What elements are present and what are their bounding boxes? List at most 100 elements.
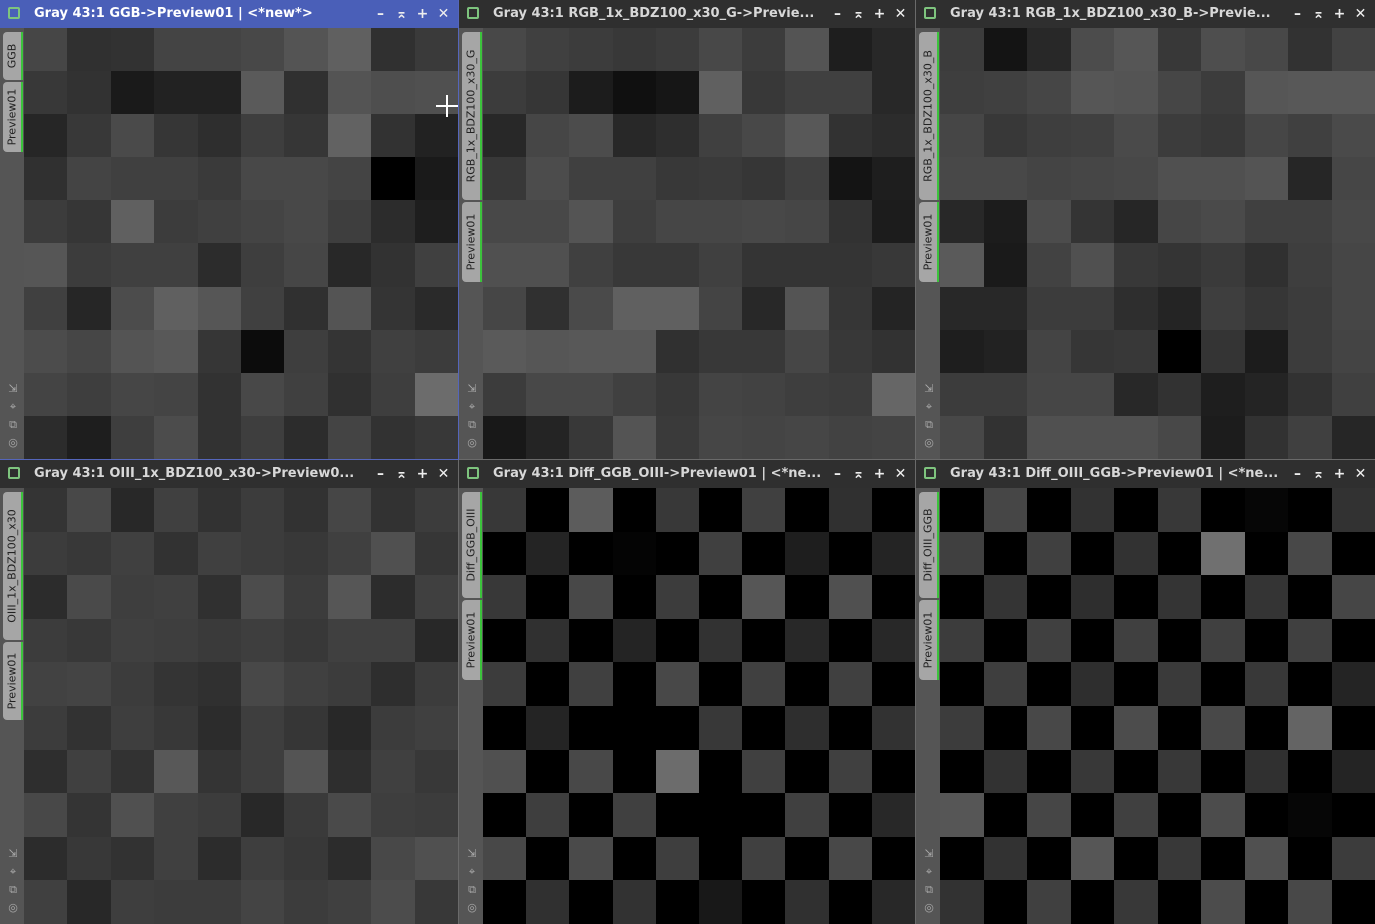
pixel-block: [1157, 286, 1201, 330]
mask-icon[interactable]: ◎: [466, 902, 478, 914]
pixel-block: [1114, 575, 1158, 619]
image-window-icon: [8, 7, 20, 19]
fit-window-icon[interactable]: ⇲: [923, 383, 935, 395]
view-tab-main[interactable]: OIII_1x_BDZ100_x30: [3, 492, 23, 640]
minimize-button[interactable]: –: [827, 460, 848, 488]
pixel-block: [1027, 200, 1071, 244]
shade-button[interactable]: ⌅: [848, 460, 869, 488]
pixel-block: [655, 836, 699, 881]
mask-icon[interactable]: ◎: [7, 437, 19, 449]
fit-window-icon[interactable]: ⇲: [7, 848, 19, 860]
view-tab-main[interactable]: RGB_1x_BDZ100_x30_B: [919, 32, 939, 200]
minimize-button[interactable]: –: [1287, 460, 1308, 488]
clone-icon[interactable]: ⧉: [466, 884, 478, 896]
image-preview[interactable]: [483, 28, 915, 459]
shade-button[interactable]: ⌅: [848, 0, 869, 28]
zoom-icon[interactable]: ⌖: [466, 401, 478, 413]
zoom-icon[interactable]: ⌖: [7, 401, 19, 413]
maximize-button[interactable]: +: [412, 460, 433, 488]
pixel-block: [699, 114, 743, 158]
pixel-block: [1157, 488, 1201, 532]
clone-icon[interactable]: ⧉: [7, 419, 19, 431]
window-titlebar[interactable]: Gray 43:1 GGB->Preview01 | <*new*> – ⌅ + ✕: [0, 0, 458, 28]
close-button[interactable]: ✕: [433, 0, 454, 28]
pixel-block: [241, 415, 285, 459]
image-preview[interactable]: [940, 28, 1375, 459]
mask-icon[interactable]: ◎: [7, 902, 19, 914]
fit-window-icon[interactable]: ⇲: [7, 383, 19, 395]
image-preview[interactable]: [940, 488, 1375, 924]
mask-icon[interactable]: ◎: [923, 437, 935, 449]
pixel-block: [742, 793, 786, 837]
maximize-button[interactable]: +: [1329, 460, 1350, 488]
shade-button[interactable]: ⌅: [391, 0, 412, 28]
clone-icon[interactable]: ⧉: [7, 884, 19, 896]
view-tab-preview[interactable]: Preview01: [919, 202, 939, 282]
view-tab-preview[interactable]: Preview01: [3, 642, 23, 720]
close-button[interactable]: ✕: [890, 0, 911, 28]
window-titlebar[interactable]: Gray 43:1 RGB_1x_BDZ100_x30_B->Previe...…: [916, 0, 1375, 28]
image-window-g[interactable]: Gray 43:1 RGB_1x_BDZ100_x30_G->Previe...…: [459, 0, 915, 459]
image-preview[interactable]: [483, 488, 915, 924]
pixel-block: [569, 880, 613, 924]
zoom-icon[interactable]: ⌖: [923, 866, 935, 878]
close-button[interactable]: ✕: [433, 460, 454, 488]
pixel-block: [1070, 793, 1114, 837]
close-button[interactable]: ✕: [890, 460, 911, 488]
clone-icon[interactable]: ⧉: [466, 419, 478, 431]
view-tab-preview[interactable]: Preview01: [919, 600, 939, 680]
clone-icon[interactable]: ⧉: [923, 419, 935, 431]
window-titlebar[interactable]: Gray 43:1 OIII_1x_BDZ100_x30->Preview0..…: [0, 460, 458, 488]
window-titlebar[interactable]: Gray 43:1 Diff_GGB_OIII->Preview01 | <*n…: [459, 460, 915, 488]
view-tab-preview[interactable]: Preview01: [462, 600, 482, 680]
maximize-button[interactable]: +: [412, 0, 433, 28]
maximize-button[interactable]: +: [869, 0, 890, 28]
pixel-block: [414, 157, 458, 201]
pixel-block: [1027, 749, 1071, 794]
image-window-oiii[interactable]: Gray 43:1 OIII_1x_BDZ100_x30->Preview0..…: [0, 460, 458, 924]
close-button[interactable]: ✕: [1350, 460, 1371, 488]
zoom-icon[interactable]: ⌖: [466, 866, 478, 878]
pixel-block: [1331, 157, 1375, 201]
shade-button[interactable]: ⌅: [1308, 0, 1329, 28]
pixel-block: [327, 200, 372, 244]
zoom-icon[interactable]: ⌖: [7, 866, 19, 878]
view-tab-label: GGB: [5, 43, 19, 69]
image-window-diff2[interactable]: Gray 43:1 Diff_OIII_GGB->Preview01 | <*n…: [916, 460, 1375, 924]
minimize-button[interactable]: –: [1287, 0, 1308, 28]
view-tab-main[interactable]: RGB_1x_BDZ100_x30_G: [462, 32, 482, 200]
view-tab-main[interactable]: Diff_OIII_GGB: [919, 492, 939, 598]
pixel-block: [1027, 243, 1071, 287]
image-window-b[interactable]: Gray 43:1 RGB_1x_BDZ100_x30_B->Previe...…: [916, 0, 1375, 459]
zoom-icon[interactable]: ⌖: [923, 401, 935, 413]
fit-window-icon[interactable]: ⇲: [466, 383, 478, 395]
image-window-diff1[interactable]: Gray 43:1 Diff_GGB_OIII->Preview01 | <*n…: [459, 460, 915, 924]
image-window-ggb[interactable]: Gray 43:1 GGB->Preview01 | <*new*> – ⌅ + ✕ GG…: [0, 0, 459, 460]
shade-button[interactable]: ⌅: [391, 460, 412, 488]
view-tab-main[interactable]: Diff_GGB_OIII: [462, 492, 482, 598]
close-button[interactable]: ✕: [1350, 0, 1371, 28]
view-tab-main[interactable]: GGB: [3, 32, 23, 80]
pixel-block: [284, 243, 328, 287]
maximize-button[interactable]: +: [1329, 0, 1350, 28]
maximize-button[interactable]: +: [869, 460, 890, 488]
window-titlebar[interactable]: Gray 43:1 RGB_1x_BDZ100_x30_G->Previe...…: [459, 0, 915, 28]
mask-icon[interactable]: ◎: [466, 437, 478, 449]
minimize-button[interactable]: –: [370, 460, 391, 488]
pixel-block: [655, 200, 699, 244]
clone-icon[interactable]: ⧉: [923, 884, 935, 896]
window-titlebar[interactable]: Gray 43:1 Diff_OIII_GGB->Preview01 | <*n…: [916, 460, 1375, 488]
fit-window-icon[interactable]: ⇲: [466, 848, 478, 860]
fit-window-icon[interactable]: ⇲: [923, 848, 935, 860]
image-preview[interactable]: [24, 28, 458, 459]
image-preview[interactable]: [24, 488, 458, 924]
mask-icon[interactable]: ◎: [923, 902, 935, 914]
pixel-block: [197, 880, 241, 924]
pixel-block: [154, 575, 198, 619]
view-tab-preview[interactable]: Preview01: [462, 202, 482, 282]
shade-button[interactable]: ⌅: [1308, 460, 1329, 488]
view-tab-preview[interactable]: Preview01: [3, 82, 23, 152]
pixel-block: [1114, 28, 1158, 72]
minimize-button[interactable]: –: [827, 0, 848, 28]
minimize-button[interactable]: –: [370, 0, 391, 28]
